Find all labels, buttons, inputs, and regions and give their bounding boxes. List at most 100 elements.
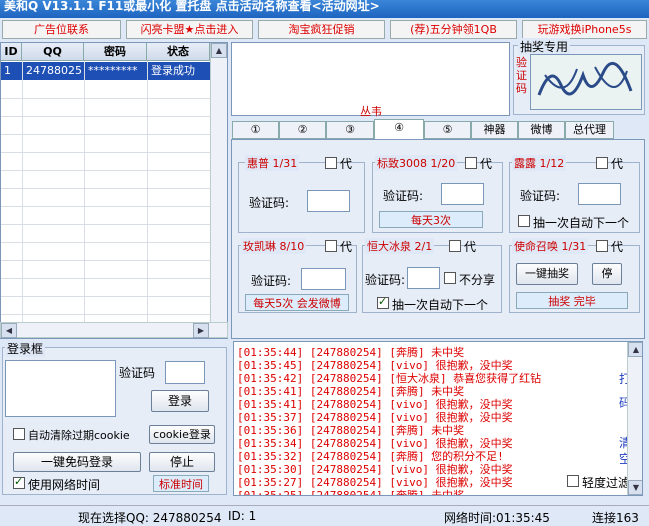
lottery-name: 露露 1/12	[512, 155, 567, 171]
captcha-preview-text: 丛韦	[360, 105, 382, 118]
table-horizontal-scrollbar[interactable]: ◀ ▶	[0, 322, 228, 338]
stop-lottery-button[interactable]: 停	[592, 263, 622, 285]
lottery-name: 恒大冰泉 2/1	[365, 238, 435, 254]
lottery-group-marykay: 玫凯琳 8/10 代 验证码: 每天5次 会发微博	[238, 238, 357, 313]
code-label: 验证码:	[365, 273, 406, 287]
daili-checkbox[interactable]	[465, 157, 477, 169]
row-qq: 24788025	[26, 64, 82, 77]
table-row[interactable]: 1 24788025 ********* 登录成功	[1, 62, 210, 80]
col-header-id[interactable]: ID	[1, 43, 22, 61]
no-share-label: 不分享	[459, 273, 496, 287]
col-header-password[interactable]: 密码	[84, 43, 147, 61]
ad-button-5[interactable]: 玩游戏换iPhone5s	[522, 20, 647, 39]
lottery-group-peugeot: 标致3008 1/20 代 验证码: 每天3次	[372, 155, 503, 233]
tab-weibo[interactable]: 微博	[518, 121, 565, 139]
daili-checkbox[interactable]	[449, 240, 461, 252]
row-id: 1	[4, 64, 11, 77]
auto-next-checkbox[interactable]	[377, 295, 389, 309]
log-panel[interactable]: [01:35:44] [247880254] [奔腾] 未中奖 [01:35:4…	[233, 341, 643, 496]
lottery-name: 标致3008 1/20	[375, 155, 458, 171]
lottery-group-cod: 使命召唤 1/31 代 一键抽奖 停 抽奖 完毕	[509, 238, 640, 313]
one-key-lottery-button[interactable]: 一键抽奖	[516, 263, 578, 285]
captcha-side-label: 验证码	[516, 56, 527, 95]
login-title: 登录框	[5, 340, 46, 357]
login-code-input[interactable]	[165, 361, 205, 384]
code-label: 验证码:	[249, 196, 290, 210]
code-input[interactable]	[407, 267, 440, 289]
lottery-group-lulu: 露露 1/12 代 验证码: 抽一次自动下一个	[509, 155, 640, 233]
login-captcha-image	[5, 360, 116, 417]
light-filter-label: 轻度过滤	[582, 476, 631, 490]
login-code-label: 验证码	[119, 366, 156, 380]
window-title: 美和Q V13.1.1 F11或最小化 置托盘 点击活动名称查看<活动网址>	[0, 0, 649, 18]
scroll-down-icon[interactable]: ▼	[628, 480, 642, 495]
row-password: *********	[88, 64, 138, 77]
lottery-name: 使命召唤 1/31	[512, 238, 589, 254]
tab-shenqi[interactable]: 神器	[471, 121, 518, 139]
ad-button-3[interactable]: 淘宝疯狂促销	[258, 20, 385, 39]
code-label: 验证码:	[520, 189, 561, 203]
one-key-login-button[interactable]: 一键免码登录	[13, 452, 141, 472]
no-share-checkbox[interactable]	[444, 272, 456, 284]
limit-note: 每天5次 会发微博	[245, 294, 349, 311]
status-bar: 现在选择QQ: 247880254 ID: 1 网络时间:01:35:45 连接…	[0, 505, 649, 525]
auto-next-checkbox[interactable]	[518, 215, 530, 227]
login-group: 登录框 验证码 登录 自动清除过期cookie cookie登录 一键免码登录 …	[2, 340, 227, 495]
code-input[interactable]	[441, 183, 484, 205]
tab-4[interactable]: ④	[374, 119, 424, 140]
code-input[interactable]	[307, 190, 350, 212]
current-qq: 现在选择QQ: 247880254	[78, 511, 222, 525]
lottery-group-hp: 惠普 1/31 代 验证码:	[238, 155, 365, 233]
daili-checkbox[interactable]	[325, 240, 337, 252]
lottery-name: 玫凯琳 8/10	[241, 238, 307, 254]
connection-status: 连接163	[592, 511, 639, 525]
use-net-time-checkbox[interactable]	[13, 475, 25, 489]
scroll-right-icon[interactable]: ▶	[193, 323, 209, 338]
scroll-left-icon[interactable]: ◀	[1, 323, 17, 338]
auto-next-label: 抽一次自动下一个	[392, 298, 489, 312]
col-header-status[interactable]: 状态	[147, 43, 210, 61]
log-scrollbar[interactable]: ▲ ▼	[627, 342, 642, 495]
table-vertical-scrollbar[interactable]: ▲ ▼	[210, 43, 227, 338]
lottery-finished-note: 抽奖 完毕	[516, 292, 628, 309]
daili-checkbox[interactable]	[325, 157, 337, 169]
standard-time-button[interactable]: 标准时间	[153, 475, 209, 492]
scroll-up-icon[interactable]: ▲	[628, 342, 642, 357]
captcha-image[interactable]	[530, 54, 642, 110]
tab-1[interactable]: ①	[232, 121, 279, 139]
daili-checkbox[interactable]	[596, 157, 608, 169]
tab-5[interactable]: ⑤	[424, 121, 471, 139]
stop-button[interactable]: 停止	[149, 452, 215, 472]
cookie-login-button[interactable]: cookie登录	[149, 425, 215, 444]
log-line: [01:35:25] [247880254] [奔腾] 未中奖	[237, 489, 465, 496]
captcha-display: 丛韦	[231, 42, 510, 118]
code-label: 验证码:	[383, 189, 424, 203]
daili-checkbox[interactable]	[596, 240, 608, 252]
lottery-captcha-group: 抽奖专用 验证码	[513, 38, 645, 115]
limit-note: 每天3次	[379, 211, 483, 228]
account-table[interactable]: ID QQ 密码 状态 1 24788025 ********* 登录成功 ▲ …	[0, 42, 228, 339]
lottery-name: 惠普 1/31	[245, 155, 300, 171]
login-button[interactable]: 登录	[151, 390, 209, 412]
auto-clear-checkbox[interactable]	[13, 428, 25, 440]
lottery-captcha-title: 抽奖专用	[518, 38, 571, 55]
scroll-up-icon[interactable]: ▲	[211, 43, 227, 58]
col-header-qq[interactable]: QQ	[22, 43, 84, 61]
current-id: ID: 1	[228, 509, 257, 523]
code-input[interactable]	[301, 268, 346, 290]
code-label: 验证码:	[251, 274, 292, 288]
ad-button-1[interactable]: 广告位联系	[2, 20, 121, 39]
code-input[interactable]	[578, 183, 621, 205]
tab-3[interactable]: ③	[326, 121, 374, 139]
ad-button-2[interactable]: 闪亮卡盟★点击进入	[126, 20, 253, 39]
net-time: 网络时间:01:35:45	[444, 511, 550, 525]
tab-agent[interactable]: 总代理	[565, 121, 614, 139]
auto-clear-label: 自动清除过期cookie	[28, 429, 130, 442]
lottery-group-hengda: 恒大冰泉 2/1 代 验证码: 不分享 抽一次自动下一个	[362, 238, 502, 313]
use-net-time-label: 使用网络时间	[28, 478, 101, 492]
tab-2[interactable]: ②	[279, 121, 326, 139]
row-status: 登录成功	[151, 64, 195, 77]
ad-button-4[interactable]: (荐)五分钟领1QB	[390, 20, 517, 39]
auto-next-label: 抽一次自动下一个	[533, 216, 630, 230]
light-filter-checkbox[interactable]	[567, 475, 579, 487]
